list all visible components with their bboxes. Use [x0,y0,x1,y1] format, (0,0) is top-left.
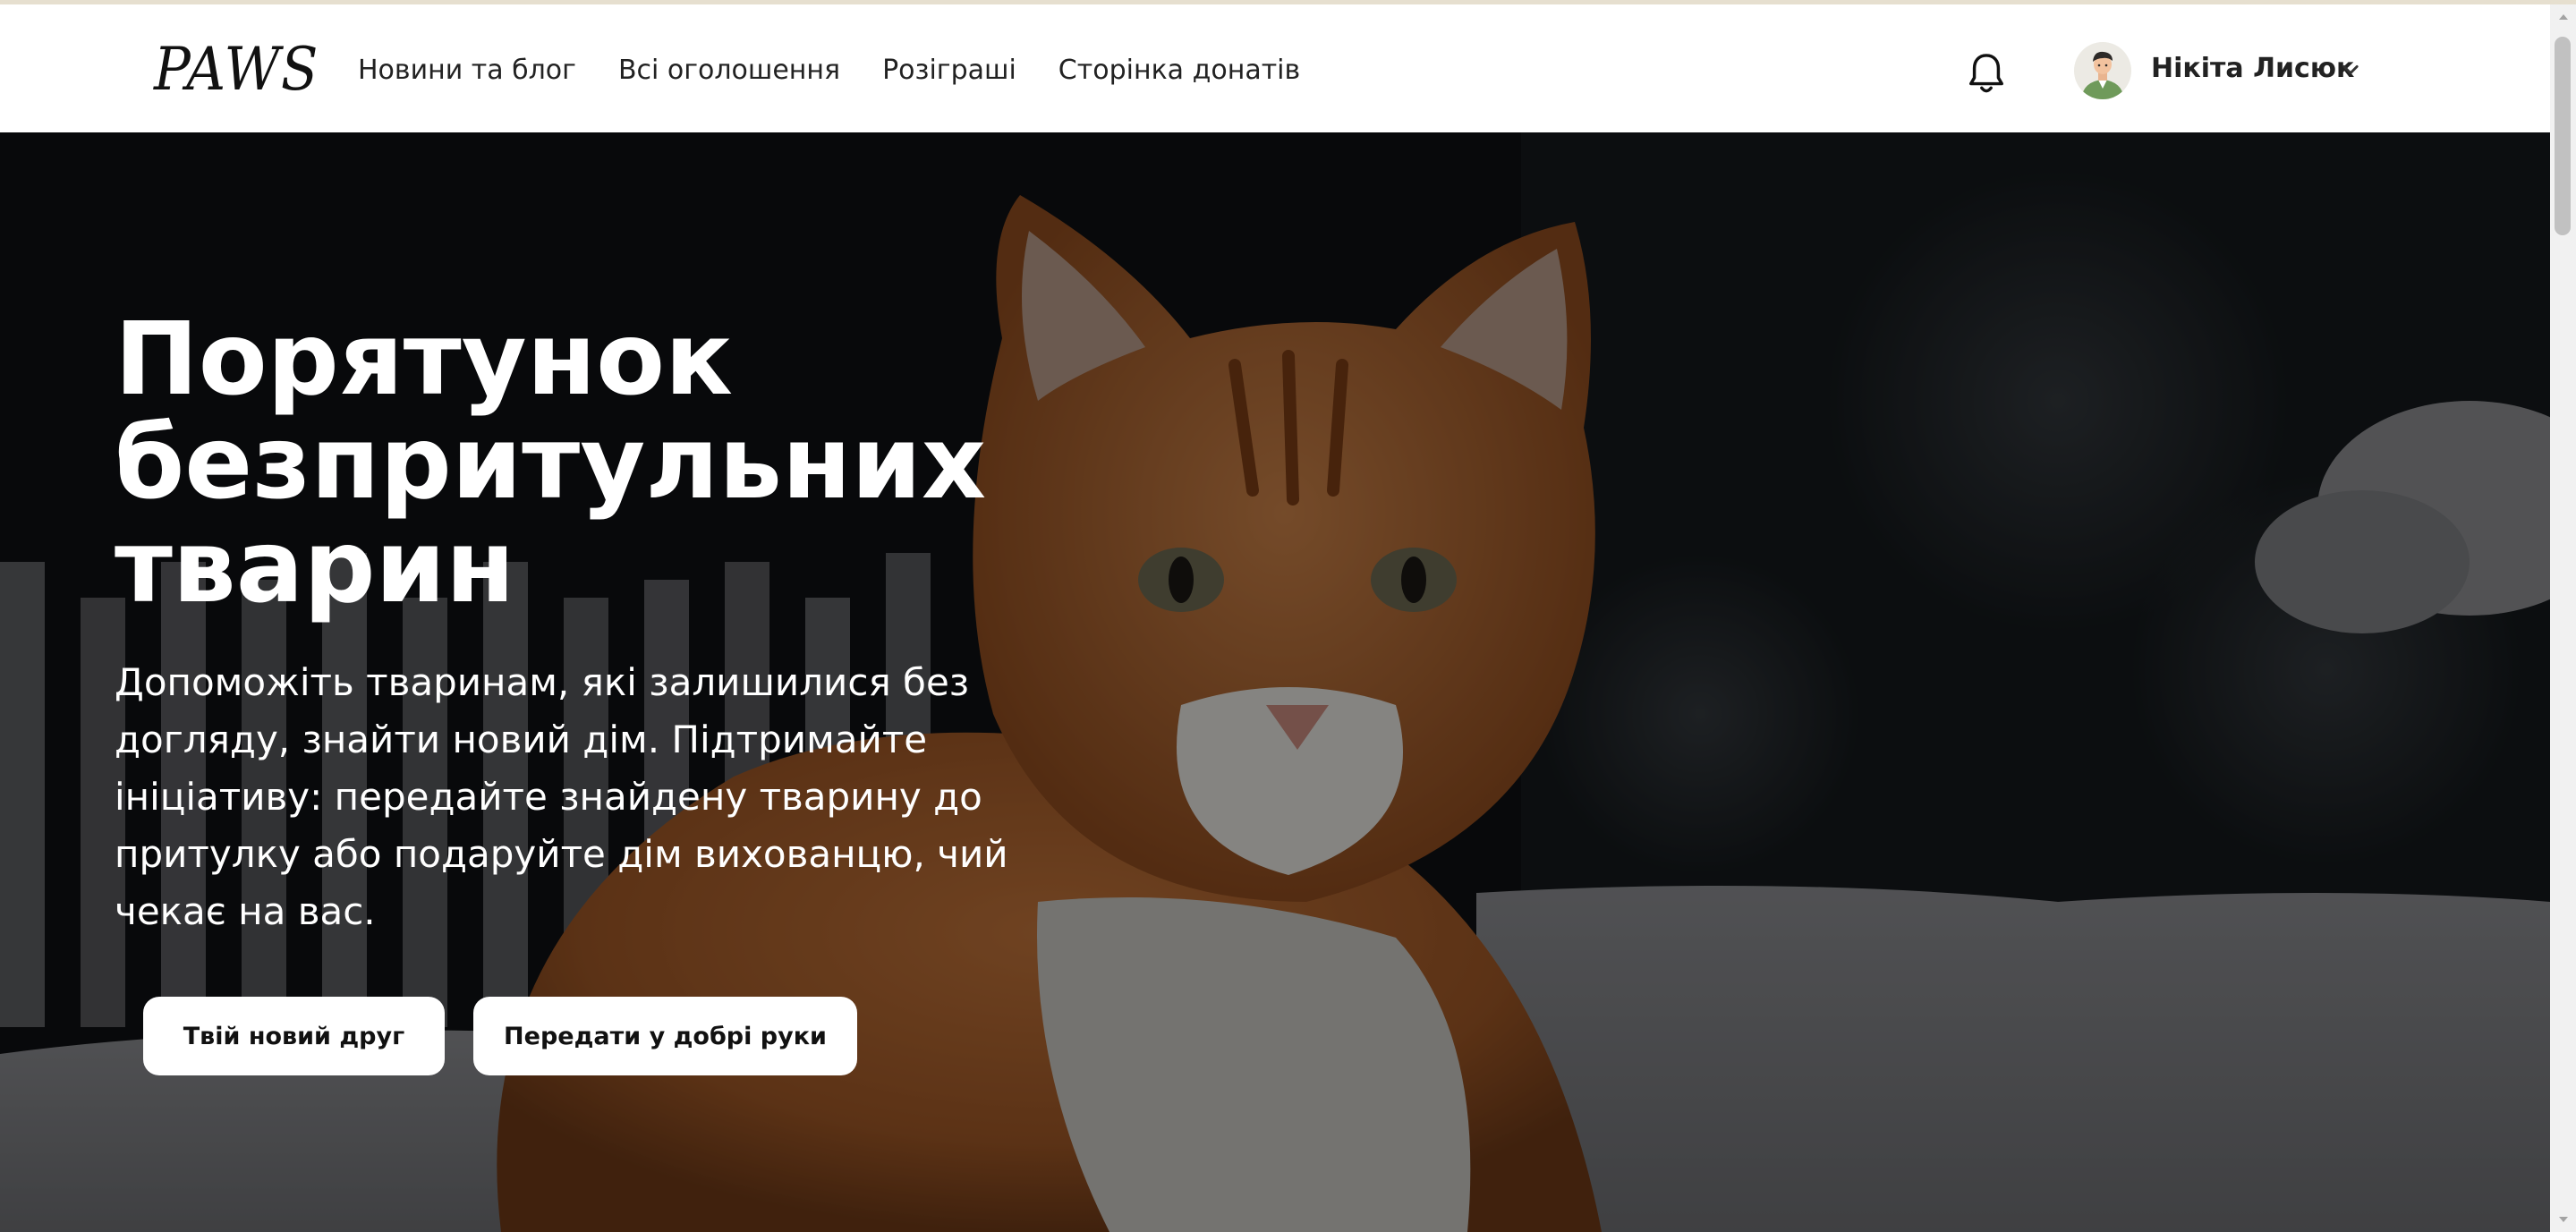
nav-item-all-listings[interactable]: Всі оголошення [618,55,840,86]
chevron-down-icon[interactable] [2341,62,2360,78]
give-to-good-hands-button[interactable]: Передати у добрі руки [473,997,857,1075]
nav-item-news-blog[interactable]: Новини та блог [358,55,576,86]
nav-item-giveaways[interactable]: Розіграші [882,55,1016,86]
bell-icon[interactable] [1966,51,2007,98]
nav-item-donations[interactable]: Сторінка донатів [1058,55,1300,86]
hero-title: Порятунок безпритульних тварин [115,302,987,625]
hero-section: Порятунок безпритульних тварин Допоможіт… [0,132,2550,1232]
your-new-friend-button[interactable]: Твій новий друг [143,997,445,1075]
site-header: PAWS Новини та блог Всі оголошення Розіг… [0,4,2550,132]
scroll-up-arrow-icon[interactable] [2550,4,2576,30]
site-logo[interactable]: PAWS [154,35,319,104]
hero-description: Допоможіть тваринам, які залишилися без … [115,660,1008,933]
scrollbar-thumb[interactable] [2555,37,2571,235]
user-name[interactable]: Нікіта Лисюк [2151,53,2354,84]
main-nav: Новини та блог Всі оголошення Розіграші … [358,55,1342,86]
scroll-down-arrow-icon[interactable] [2550,1207,2576,1232]
avatar[interactable] [2074,42,2131,99]
page-scrollbar[interactable] [2550,4,2576,1232]
